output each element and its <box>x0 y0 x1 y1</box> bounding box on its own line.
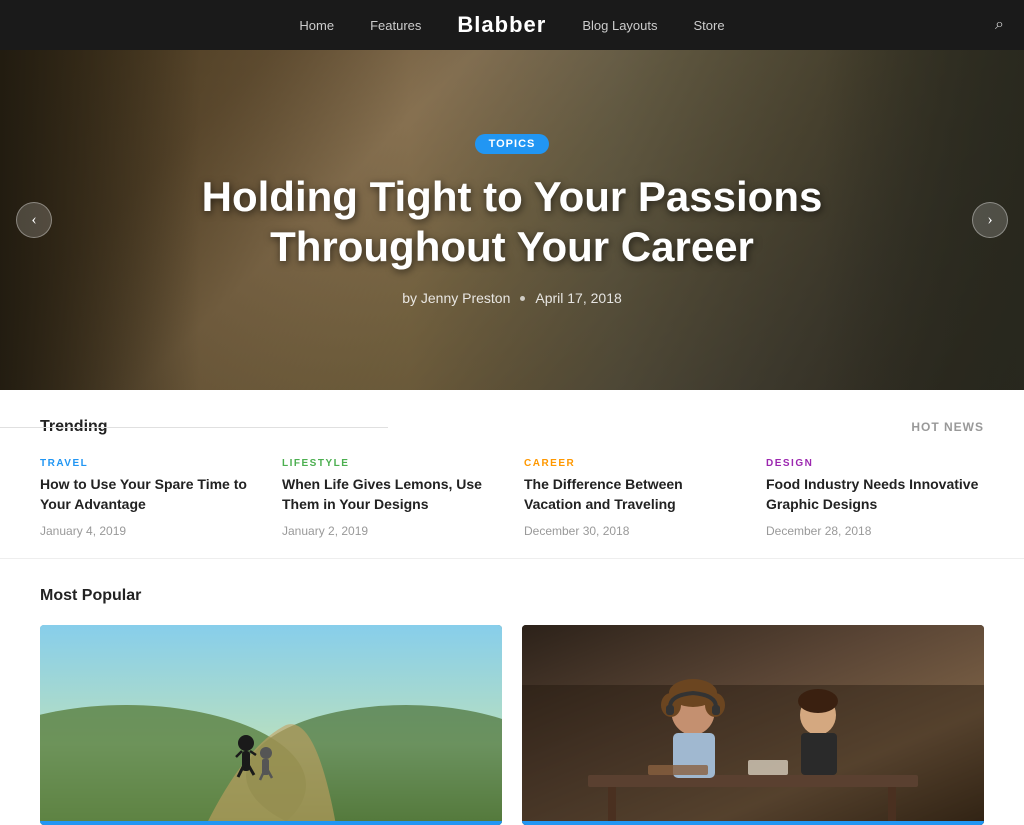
site-logo[interactable]: Blabber <box>457 12 546 38</box>
trending-header: Trending HOT NEWS <box>40 418 984 436</box>
trending-item-title-0: How to Use Your Spare Time to Your Advan… <box>40 475 258 514</box>
popular-grid <box>40 625 984 825</box>
trending-category-2: CAREER <box>524 458 742 469</box>
popular-card-image-1 <box>522 625 984 825</box>
trending-category-0: TRAVEL <box>40 458 258 469</box>
popular-section: Most Popular <box>0 559 1024 825</box>
trending-date-3: December 28, 2018 <box>766 524 984 538</box>
trending-date-2: December 30, 2018 <box>524 524 742 538</box>
popular-card-0[interactable] <box>40 625 502 825</box>
trending-date-0: January 4, 2019 <box>40 524 258 538</box>
nav-link-blog-layouts[interactable]: Blog Layouts <box>582 18 657 33</box>
popular-card-image-0 <box>40 625 502 825</box>
trending-item-title-1: When Life Gives Lemons, Use Them in Your… <box>282 475 500 514</box>
search-icon[interactable]: ⌕ <box>995 16 1004 34</box>
trending-item-title-2: The Difference Between Vacation and Trav… <box>524 475 742 514</box>
navigation: Home Features Blabber Blog Layouts Store… <box>0 0 1024 50</box>
popular-title: Most Popular <box>40 587 984 605</box>
hero-section: ‹ TOPICS Holding Tight to Your Passions … <box>0 50 1024 390</box>
hot-news-label: HOT NEWS <box>911 420 984 434</box>
popular-card-accent-1 <box>522 821 984 825</box>
chevron-left-icon: ‹ <box>31 211 36 229</box>
trending-section: Trending HOT NEWS TRAVEL How to Use Your… <box>0 390 1024 559</box>
trending-grid: TRAVEL How to Use Your Spare Time to You… <box>40 458 984 538</box>
popular-card-1[interactable] <box>522 625 984 825</box>
meta-separator <box>520 296 525 301</box>
hero-prev-button[interactable]: ‹ <box>16 202 52 238</box>
hero-next-button[interactable]: › <box>972 202 1008 238</box>
trending-category-3: DESIGN <box>766 458 984 469</box>
trending-item-2[interactable]: CAREER The Difference Between Vacation a… <box>524 458 742 538</box>
chevron-right-icon: › <box>987 211 992 229</box>
popular-card-accent-0 <box>40 821 502 825</box>
trending-item-0[interactable]: TRAVEL How to Use Your Spare Time to You… <box>40 458 258 538</box>
hero-author: by Jenny Preston <box>402 290 510 306</box>
hero-content: TOPICS Holding Tight to Your Passions Th… <box>0 134 1024 307</box>
nav-link-features[interactable]: Features <box>370 18 421 33</box>
hero-badge[interactable]: TOPICS <box>475 134 550 154</box>
trending-item-1[interactable]: LIFESTYLE When Life Gives Lemons, Use Th… <box>282 458 500 538</box>
trending-category-1: LIFESTYLE <box>282 458 500 469</box>
trending-date-1: January 2, 2019 <box>282 524 500 538</box>
trending-item-3[interactable]: DESIGN Food Industry Needs Innovative Gr… <box>766 458 984 538</box>
hero-meta: by Jenny Preston April 17, 2018 <box>120 290 904 306</box>
hero-date: April 17, 2018 <box>535 290 621 306</box>
trending-item-title-3: Food Industry Needs Innovative Graphic D… <box>766 475 984 514</box>
trending-title: Trending <box>40 418 128 436</box>
hero-title: Holding Tight to Your Passions Throughou… <box>120 172 904 273</box>
nav-link-store[interactable]: Store <box>694 18 725 33</box>
nav-link-home[interactable]: Home <box>299 18 334 33</box>
